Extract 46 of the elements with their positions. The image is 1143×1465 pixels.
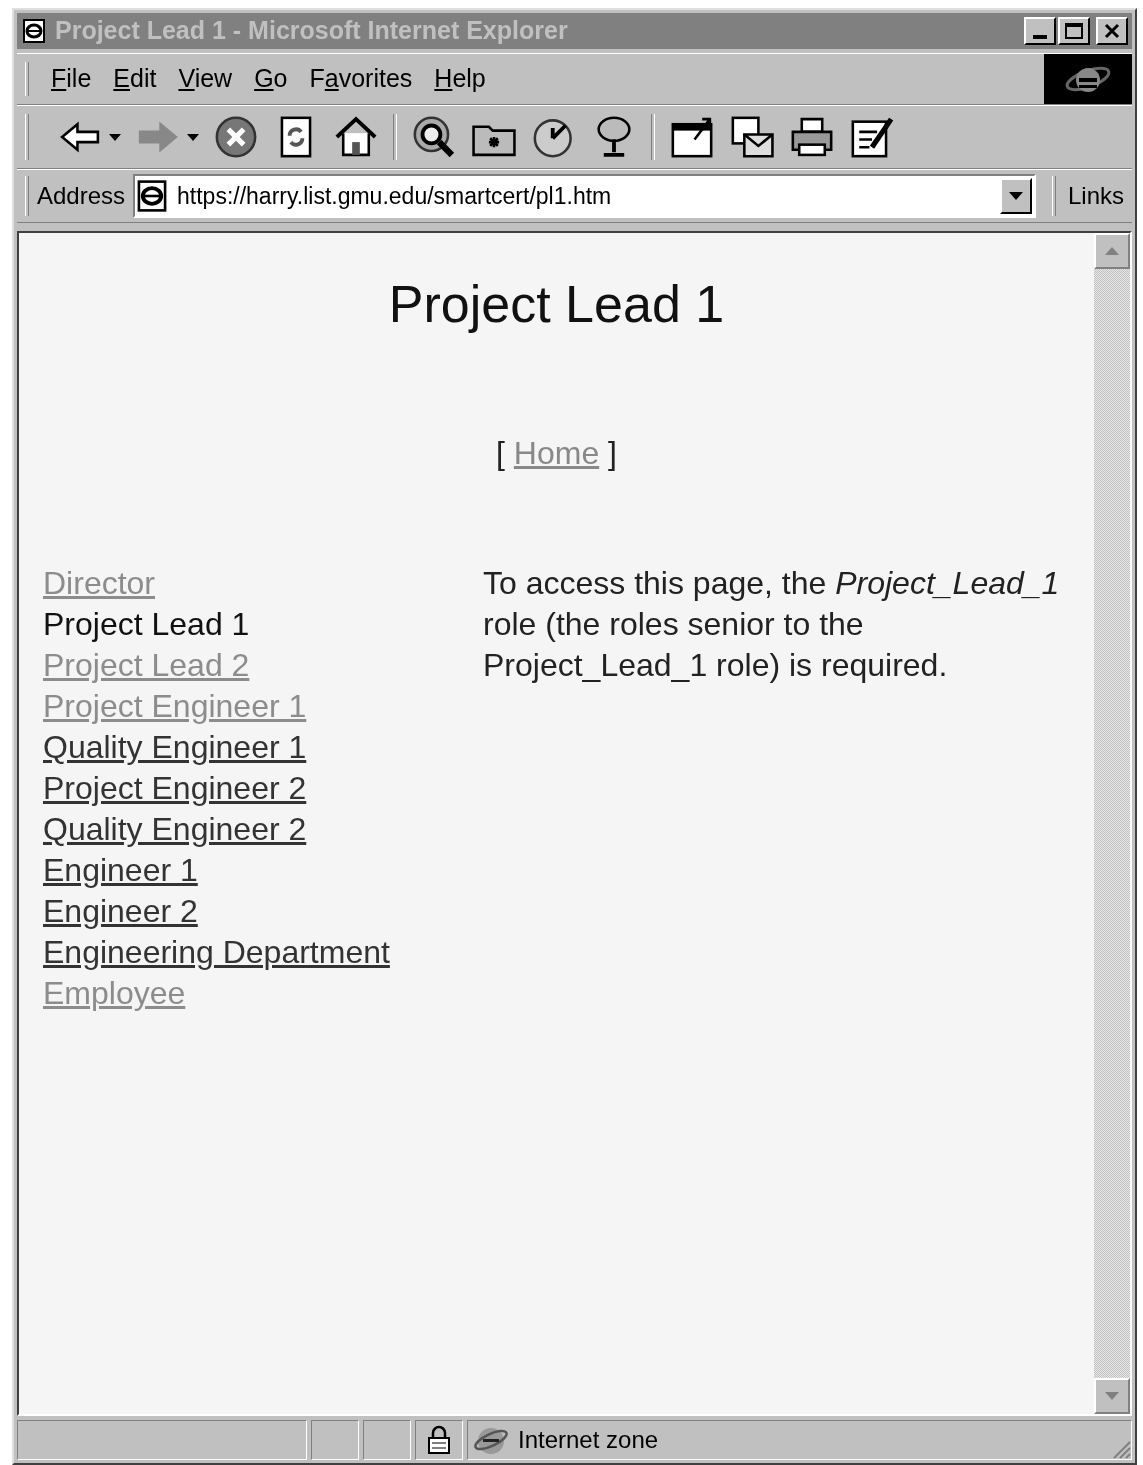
current-role-text: Project Lead 1 [43, 605, 250, 644]
caret-icon [1008, 192, 1023, 200]
minimize-button[interactable] [1024, 17, 1056, 45]
role-link[interactable]: Engineer 1 [43, 850, 198, 891]
scroll-down-button[interactable] [1094, 1378, 1130, 1414]
role-link[interactable]: Engineer 2 [43, 891, 198, 932]
close-button[interactable] [1096, 17, 1128, 45]
bracket: [ [496, 435, 505, 471]
caret-icon[interactable] [109, 133, 121, 141]
access-message: To access this page, the Project_Lead_1 role (the roles senior to the Project_Lead_1 role) is required. [483, 564, 1061, 685]
menu-item[interactable]: View [172, 60, 239, 98]
menu-item[interactable]: Favorites [303, 60, 419, 98]
lock-icon [427, 1425, 451, 1455]
page-heading: Project Lead 1 [387, 274, 726, 335]
address-label: Address [36, 181, 127, 211]
scroll-up-button[interactable] [1094, 233, 1130, 269]
status-pane [363, 1420, 411, 1460]
browser-page-icon [21, 18, 47, 44]
role-link[interactable]: Quality Engineer 1 [43, 727, 307, 768]
close-icon [1104, 23, 1120, 39]
role-link[interactable]: Quality Engineer 2 [43, 809, 307, 850]
role-link[interactable]: Engineering Department [43, 932, 390, 973]
resize-grip-icon[interactable] [1111, 1439, 1131, 1459]
maximize-icon [1065, 23, 1083, 39]
role-link[interactable]: Project Engineer 2 [43, 768, 307, 809]
status-pane [311, 1420, 359, 1460]
stop-icon[interactable] [213, 114, 259, 160]
zone-label: Internet zone [518, 1425, 659, 1455]
down-arrow-icon [1105, 1392, 1119, 1400]
url-text: https://harry.list.gmu.edu/smartcert/pl1.htm [177, 181, 613, 211]
caret-icon[interactable] [187, 133, 199, 141]
menu-item[interactable]: Go [248, 60, 294, 98]
vertical-scrollbar[interactable] [1094, 233, 1130, 1414]
menu-item[interactable]: File [45, 60, 98, 98]
search-icon[interactable] [411, 114, 457, 160]
address-field[interactable]: https://harry.list.gmu.edu/smartcert/pl1.htm [133, 174, 1036, 218]
menu-item[interactable]: Edit [107, 60, 163, 98]
menu-item[interactable]: Help [428, 60, 492, 98]
maximize-button[interactable] [1058, 17, 1090, 45]
mail-icon[interactable] [729, 114, 775, 160]
window-title: Project Lead 1 - Microsoft Internet Explorer [55, 15, 569, 47]
up-arrow-icon [1105, 247, 1119, 255]
dropdown-button[interactable] [999, 178, 1032, 214]
links-button[interactable]: Links [1059, 178, 1132, 214]
bracket: ] [608, 435, 617, 471]
minimize-icon [1033, 35, 1047, 39]
